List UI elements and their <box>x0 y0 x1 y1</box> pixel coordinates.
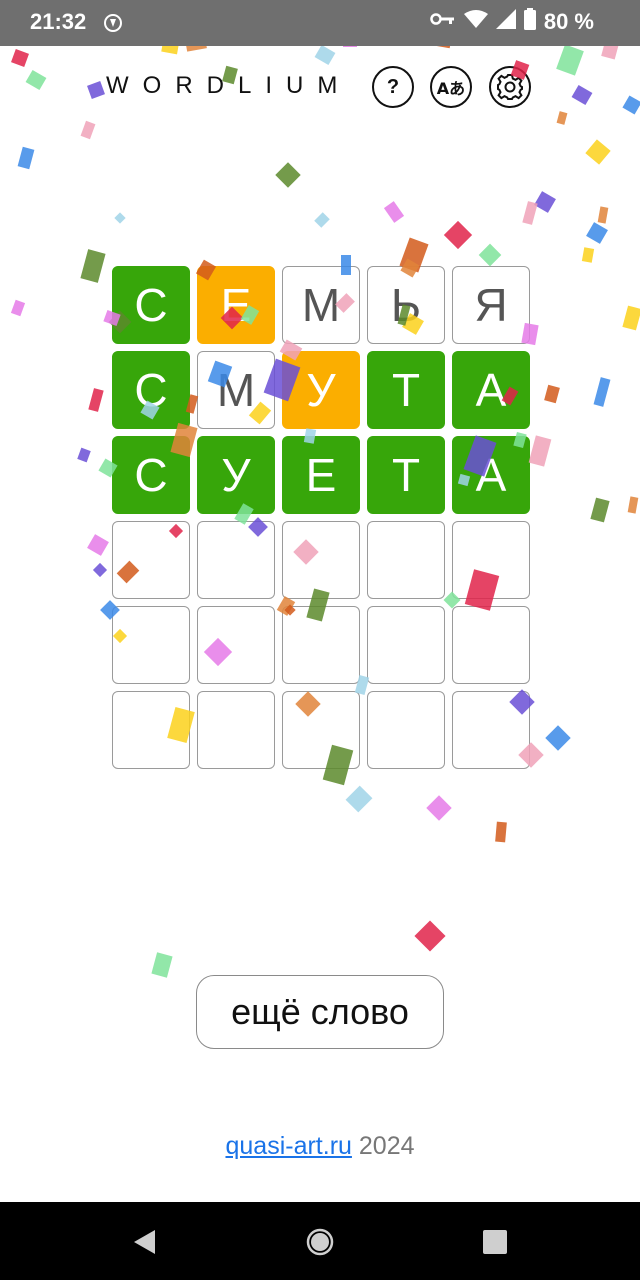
navigation-bar <box>0 1202 640 1280</box>
board-tile: Е <box>282 436 360 514</box>
key-icon <box>430 11 456 32</box>
board-tile <box>452 521 530 599</box>
confetti-piece <box>275 162 301 188</box>
board-tile <box>197 691 275 769</box>
board-tile: У <box>282 351 360 429</box>
confetti-piece <box>414 920 446 952</box>
translate-icon: Aあ <box>436 79 466 98</box>
confetti-piece <box>622 305 640 331</box>
confetti-piece <box>534 191 556 213</box>
confetti-piece <box>17 146 35 170</box>
board-tile <box>112 691 190 769</box>
board-tile: У <box>197 436 275 514</box>
board-tile: Т <box>367 436 445 514</box>
confetti-piece <box>383 201 405 223</box>
status-bar: 21:32 80 % <box>0 0 640 46</box>
confetti-piece <box>495 821 507 843</box>
board-tile: М <box>197 351 275 429</box>
confetti-piece <box>528 435 552 467</box>
board-tile: Е <box>197 266 275 344</box>
confetti-piece <box>77 447 91 463</box>
language-button[interactable]: Aあ <box>430 66 472 108</box>
board-tile <box>367 691 445 769</box>
confetti-piece <box>80 120 96 140</box>
board-tile: А <box>452 351 530 429</box>
new-word-button[interactable]: ещё слово <box>196 975 444 1049</box>
confetti-piece <box>161 46 179 55</box>
confetti-piece <box>544 384 560 404</box>
confetti-piece <box>343 46 357 47</box>
confetti-piece <box>622 95 640 115</box>
board-tile <box>197 606 275 684</box>
board-tile <box>282 606 360 684</box>
board-tile <box>112 521 190 599</box>
confetti-piece <box>426 795 452 821</box>
board-tile <box>452 606 530 684</box>
footer: quasi-art.ru 2024 <box>0 1132 640 1161</box>
gear-icon <box>496 73 524 101</box>
back-icon[interactable] <box>133 1229 157 1260</box>
confetti-piece <box>11 49 29 67</box>
battery-percent: 80 % <box>543 8 594 34</box>
confetti-piece <box>80 249 106 283</box>
board-tile <box>367 521 445 599</box>
board-tile <box>452 691 530 769</box>
confetti-piece <box>545 725 571 751</box>
confetti-piece <box>185 46 207 52</box>
confetti-piece <box>314 212 330 228</box>
confetti-piece <box>443 220 473 250</box>
status-icons: 80 % <box>430 8 594 35</box>
board-tile: С <box>112 436 190 514</box>
settings-button[interactable] <box>489 66 531 108</box>
board-tile: С <box>112 266 190 344</box>
board-tile: Я <box>452 266 530 344</box>
confetti-piece <box>114 212 126 224</box>
board-tile: Т <box>367 351 445 429</box>
confetti-piece <box>593 377 611 407</box>
recents-icon[interactable] <box>482 1229 508 1260</box>
board-tile: Ь <box>367 266 445 344</box>
confetti-piece <box>25 69 47 91</box>
confetti-piece <box>590 497 610 523</box>
app-logo: WORDLIUM <box>106 72 352 99</box>
footer-link[interactable]: quasi-art.ru <box>225 1132 351 1160</box>
confetti-piece <box>597 206 609 224</box>
confetti-piece <box>314 46 336 66</box>
confetti-piece <box>10 299 26 317</box>
confetti-piece <box>151 952 173 978</box>
confetti-piece <box>585 139 611 165</box>
confetti-piece <box>586 222 608 244</box>
board-tile <box>197 521 275 599</box>
board-tile <box>282 521 360 599</box>
app-notification-icon <box>103 13 123 33</box>
footer-year: 2024 <box>358 1132 415 1160</box>
board-tile: А <box>452 436 530 514</box>
confetti-piece <box>88 388 104 412</box>
confetti-piece <box>92 562 108 578</box>
question-icon: ? <box>386 75 400 98</box>
confetti-piece <box>627 496 639 514</box>
board-tile: С <box>112 351 190 429</box>
help-button[interactable]: ? <box>372 66 414 108</box>
confetti-piece <box>522 201 538 225</box>
confetti-piece <box>345 785 373 813</box>
status-time: 21:32 <box>30 9 87 34</box>
home-icon[interactable] <box>306 1228 334 1261</box>
board-tile <box>112 606 190 684</box>
confetti-piece <box>478 243 502 267</box>
board-tile <box>367 606 445 684</box>
confetti-piece <box>581 247 595 263</box>
confetti-piece <box>571 84 593 106</box>
confetti-piece <box>87 81 105 99</box>
board-tile: М <box>282 266 360 344</box>
wifi-icon <box>463 9 488 34</box>
confetti-piece <box>556 111 568 125</box>
board-tile <box>282 691 360 769</box>
confetti-piece <box>556 46 584 76</box>
confetti-piece <box>87 534 109 556</box>
battery-icon <box>523 8 536 35</box>
confetti-piece <box>601 46 619 60</box>
signal-icon <box>495 9 516 34</box>
confetti-piece <box>433 46 453 49</box>
